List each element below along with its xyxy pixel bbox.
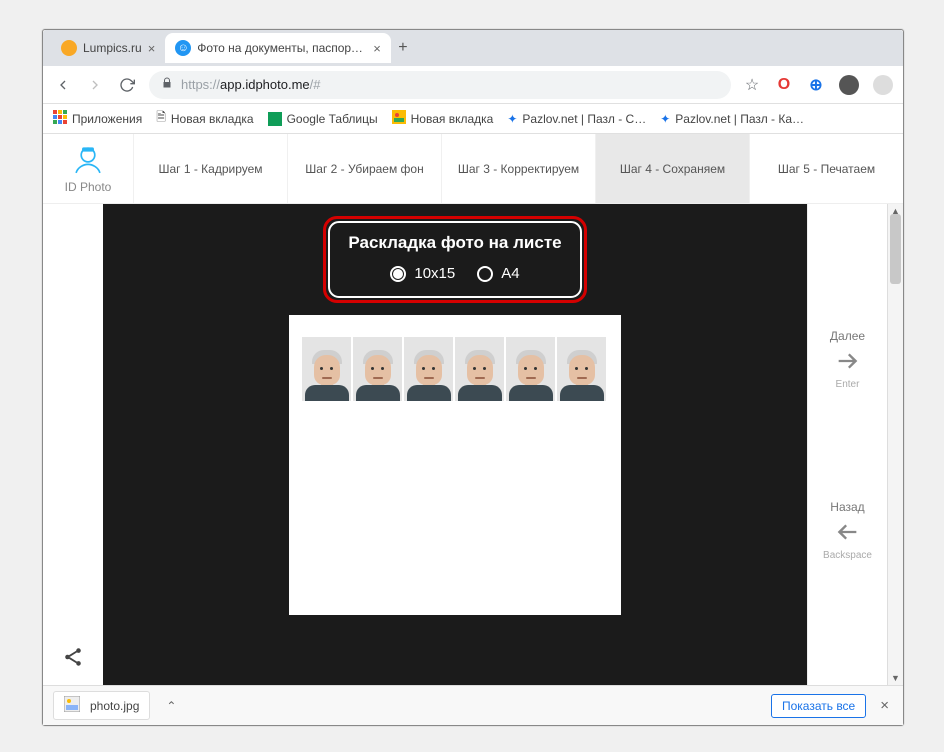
sheet-preview <box>289 315 621 615</box>
bookmark-apps[interactable]: Приложения <box>53 110 142 127</box>
download-item[interactable]: photo.jpg <box>53 691 150 720</box>
nav-reload-button[interactable] <box>117 75 137 95</box>
puzzle-icon: ✦ <box>660 112 670 126</box>
extension-icons: ☆ O ⊕ <box>743 75 893 95</box>
browser-window: Lumpics.ru × ☺ Фото на документы, паспор… <box>42 29 904 726</box>
right-sidebar: Далее Enter Назад Backspace <box>807 204 887 685</box>
bookmark-label: Приложения <box>72 112 142 126</box>
radio-label: A4 <box>501 265 519 282</box>
bookmark-star-icon[interactable]: ☆ <box>743 76 761 94</box>
layout-radio-row: 10х15 A4 <box>348 265 561 282</box>
left-sidebar <box>43 204 103 685</box>
bookmark-item[interactable]: Google Таблицы <box>268 112 378 126</box>
photo-thumbnail <box>353 337 402 401</box>
profile-avatar[interactable] <box>839 75 859 95</box>
id-photo-icon <box>71 144 105 178</box>
new-tab-button[interactable]: + <box>391 36 415 60</box>
arrow-left-icon <box>833 518 861 546</box>
downloads-close-button[interactable]: × <box>876 693 893 718</box>
scroll-down-icon[interactable]: ▼ <box>888 671 903 685</box>
picture-icon <box>392 110 406 127</box>
back-button[interactable]: Назад Backspace <box>823 500 872 561</box>
step-remove-bg[interactable]: Шаг 2 - Убираем фон <box>287 134 441 203</box>
scrollbar-thumb[interactable] <box>890 214 901 284</box>
photo-thumbnail <box>404 337 453 401</box>
back-key-hint: Backspace <box>823 550 872 561</box>
step-correct[interactable]: Шаг 3 - Корректируем <box>441 134 595 203</box>
step-save[interactable]: Шаг 4 - Сохраняем <box>595 134 749 203</box>
bookmark-item[interactable]: Новая вкладка <box>392 110 494 127</box>
layout-panel: Раскладка фото на листе 10х15 A4 <box>328 221 581 298</box>
next-label: Далее <box>830 329 865 343</box>
toolbar: https://app.idphoto.me/# ☆ O ⊕ <box>43 66 903 104</box>
photo-thumbnail <box>557 337 606 401</box>
lock-icon <box>161 77 173 92</box>
bookmark-item[interactable]: ✦ Pazlov.net | Пазл - С… <box>507 112 646 126</box>
radio-10x15[interactable]: 10х15 <box>390 265 455 282</box>
radio-a4[interactable]: A4 <box>477 265 519 282</box>
image-file-icon <box>64 696 80 715</box>
wizard-steps: ID Photo Шаг 1 - Кадрируем Шаг 2 - Убира… <box>43 134 903 204</box>
url-text: https://app.idphoto.me/# <box>181 77 321 92</box>
tab-close-icon[interactable]: × <box>373 41 381 56</box>
nav-back-button[interactable] <box>53 75 73 95</box>
back-label: Назад <box>830 500 864 514</box>
tab-close-icon[interactable]: × <box>148 41 156 56</box>
layout-panel-highlight: Раскладка фото на листе 10х15 A4 <box>323 216 586 303</box>
photo-thumbnail <box>455 337 504 401</box>
share-button[interactable] <box>57 641 89 673</box>
show-all-downloads-button[interactable]: Показать все <box>771 694 866 718</box>
bookmark-item[interactable]: 🗎 Новая вкладка <box>156 108 253 129</box>
workspace: Раскладка фото на листе 10х15 A4 <box>43 204 903 685</box>
apps-icon <box>53 110 67 127</box>
photo-row <box>302 337 608 401</box>
step-print[interactable]: Шаг 5 - Печатаем <box>749 134 903 203</box>
next-key-hint: Enter <box>836 379 860 390</box>
browser-tab[interactable]: ☺ Фото на документы, паспорта, з… × <box>165 33 391 63</box>
radio-dot-icon <box>390 266 406 282</box>
puzzle-icon: ✦ <box>507 112 517 126</box>
photo-thumbnail <box>302 337 351 401</box>
bookmark-label: Новая вкладка <box>171 112 254 126</box>
favicon-icon: ☺ <box>175 40 191 56</box>
bookmark-item[interactable]: ✦ Pazlov.net | Пазл - Ка… <box>660 112 804 126</box>
radio-dot-icon <box>477 266 493 282</box>
photo-thumbnail <box>506 337 555 401</box>
bookmark-label: Pazlov.net | Пазл - Ка… <box>675 112 804 126</box>
next-button[interactable]: Далее Enter <box>830 329 865 390</box>
document-icon: 🗎 <box>156 108 166 129</box>
preview-stage: Раскладка фото на листе 10х15 A4 <box>103 204 807 685</box>
favicon-icon <box>61 40 77 56</box>
downloads-bar: photo.jpg ⌃ Показать все × <box>43 685 903 725</box>
vertical-scrollbar[interactable]: ▲ ▼ <box>887 204 903 685</box>
app-content: ID Photo Шаг 1 - Кадрируем Шаг 2 - Убира… <box>43 134 903 685</box>
download-chevron-icon[interactable]: ⌃ <box>158 695 184 717</box>
tab-strip: Lumpics.ru × ☺ Фото на документы, паспор… <box>43 30 903 66</box>
radio-label: 10х15 <box>414 265 455 282</box>
browser-tab[interactable]: Lumpics.ru × <box>51 33 165 63</box>
bookmark-label: Google Таблицы <box>287 112 378 126</box>
chrome-menu-icon[interactable] <box>873 75 893 95</box>
tab-title: Фото на документы, паспорта, з… <box>197 41 367 55</box>
app-logo[interactable]: ID Photo <box>43 134 133 203</box>
tab-title: Lumpics.ru <box>83 41 142 55</box>
bookmarks-bar: Приложения 🗎 Новая вкладка Google Таблиц… <box>43 104 903 134</box>
opera-icon[interactable]: O <box>775 76 793 94</box>
globe-icon[interactable]: ⊕ <box>807 76 825 94</box>
nav-forward-button[interactable] <box>85 75 105 95</box>
bookmark-label: Новая вкладка <box>411 112 494 126</box>
download-filename: photo.jpg <box>90 699 139 713</box>
panel-title: Раскладка фото на листе <box>348 233 561 253</box>
sheets-icon <box>268 112 282 126</box>
address-bar[interactable]: https://app.idphoto.me/# <box>149 71 731 99</box>
app-brand-label: ID Photo <box>65 180 112 194</box>
arrow-right-icon <box>834 347 862 375</box>
step-crop[interactable]: Шаг 1 - Кадрируем <box>133 134 287 203</box>
bookmark-label: Pazlov.net | Пазл - С… <box>522 112 646 126</box>
